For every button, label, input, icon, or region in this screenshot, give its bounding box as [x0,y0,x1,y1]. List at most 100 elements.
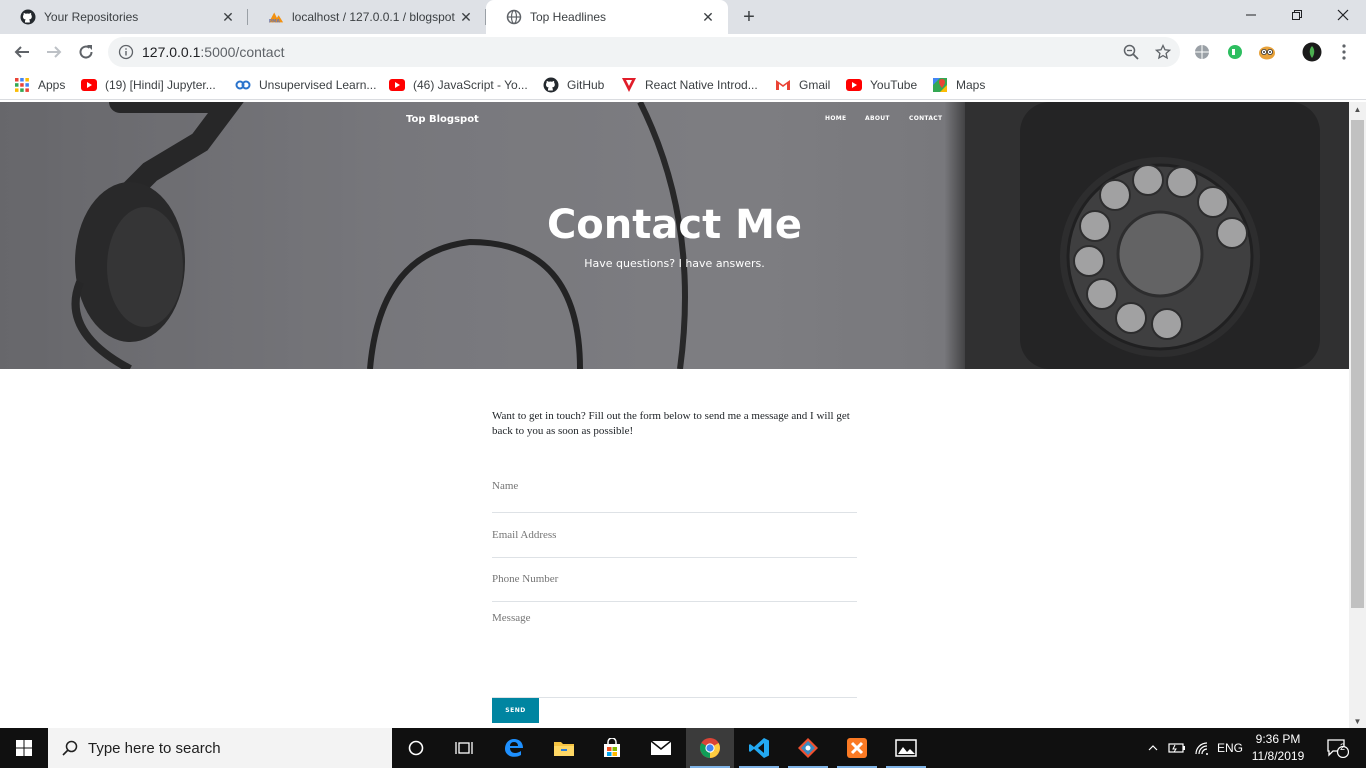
bookmark-label: React Native Introd... [645,78,758,92]
wifi-icon[interactable] [1192,728,1212,768]
mail-icon[interactable] [637,728,685,768]
evernote-extension-icon[interactable] [1225,42,1245,62]
email-field-group [492,513,857,558]
bookmarks-bar: Apps (19) [Hindi] Jupyter... Unsupervise… [0,70,1366,100]
url-text: 127.0.0.1:5000/contact [142,44,284,60]
svg-text:PMA: PMA [269,18,281,24]
scrollbar-thumb[interactable] [1351,120,1364,608]
windows-start-icon[interactable] [0,728,48,768]
menu-kebab-icon[interactable] [1334,42,1354,62]
tab-your-repositories[interactable]: Your Repositories ✕ [0,0,248,34]
intro-text: Want to get in touch? Fill out the form … [492,410,850,437]
clock-date: 11/8/2019 [1251,749,1305,763]
gmail-icon [775,77,791,93]
site-info-icon[interactable] [118,44,134,60]
name-field-group [492,455,857,513]
system-clock[interactable]: 9:36 PM 11/8/2019 [1246,731,1310,765]
youtube-icon [389,77,405,93]
bookmark-label: GitHub [567,78,605,92]
browser-toolbar: 127.0.0.1:5000/contact [0,34,1366,70]
nav-contact[interactable]: CONTACT [909,115,942,122]
bookmark-gmail[interactable]: Gmail [775,76,830,94]
zoom-icon[interactable] [1121,42,1141,62]
show-hidden-icons-chevron-icon[interactable] [1144,728,1162,768]
send-button[interactable]: SEND [492,698,539,723]
bookmark-javascript[interactable]: (46) JavaScript - Yo... [389,76,528,94]
bookmark-label: (46) JavaScript - Yo... [413,78,528,92]
bookmark-label: Apps [38,78,66,92]
bookmark-label: Gmail [799,78,831,92]
bookmark-maps[interactable]: Maps [932,76,985,94]
translate-extension-icon[interactable] [1192,42,1212,62]
new-tab-icon[interactable]: + [737,5,761,29]
message-input[interactable] [492,612,857,682]
tab-top-headlines[interactable]: Top Headlines ✕ [486,0,728,34]
tab-phpmyadmin[interactable]: PMA localhost / 127.0.0.1 / blogspot | ✕ [248,0,486,34]
windows-taskbar: Type here to search ENG 9:36 PM 11/8/201… [0,728,1366,768]
bookmark-github[interactable]: GitHub [543,76,604,94]
github-icon [543,77,559,93]
scroll-down-icon[interactable]: ▼ [1349,714,1366,728]
chrome-icon[interactable] [686,728,734,768]
bookmark-star-icon[interactable] [1153,42,1173,62]
github-icon [20,9,36,25]
action-center-icon[interactable]: 2 [1318,728,1358,768]
bookmark-apps[interactable]: Apps [14,76,65,94]
xampp-icon[interactable] [833,728,881,768]
name-input[interactable] [492,480,857,492]
profile-avatar[interactable] [1302,42,1322,62]
close-tab-icon[interactable]: ✕ [700,9,716,25]
message-field-group [492,602,857,698]
task-view-icon[interactable] [440,728,488,768]
cortana-icon[interactable] [392,728,440,768]
nav-about[interactable]: ABOUT [865,115,890,122]
bookmark-label: YouTube [870,78,918,92]
globe-icon [506,9,522,25]
nav-home[interactable]: HOME [825,115,846,122]
url-path: :5000/contact [200,44,285,60]
email-input[interactable] [492,529,857,541]
restore-icon[interactable] [1274,0,1320,30]
address-bar[interactable]: 127.0.0.1:5000/contact [108,37,1180,67]
vscode-icon[interactable] [735,728,783,768]
phpmyadmin-icon: PMA [268,9,284,25]
close-tab-icon[interactable]: ✕ [458,9,474,25]
file-explorer-icon[interactable] [540,728,588,768]
bookmark-jupyter[interactable]: (19) [Hindi] Jupyter... [81,76,216,94]
bookmark-label: (19) [Hindi] Jupyter... [105,78,216,92]
battery-icon[interactable] [1166,728,1188,768]
scroll-up-icon[interactable]: ▲ [1349,102,1366,116]
phone-input[interactable] [492,573,857,585]
microsoft-store-icon[interactable] [588,728,636,768]
bookmark-youtube[interactable]: YouTube [846,76,917,94]
tab-title: localhost / 127.0.0.1 / blogspot | [292,10,458,24]
reload-icon[interactable] [72,38,100,66]
owl-extension-icon[interactable] [1257,42,1277,62]
browser-tab-strip: Your Repositories ✕ PMA localhost / 127.… [0,0,1366,34]
notification-count: 2 [1340,742,1346,752]
page-scrollbar[interactable]: ▲ ▼ [1349,102,1366,728]
phone-field-group [492,558,857,602]
photos-icon[interactable] [882,728,930,768]
close-tab-icon[interactable]: ✕ [220,9,236,25]
back-icon[interactable] [8,38,36,66]
close-window-icon[interactable] [1320,0,1366,30]
bookmark-unsupervised[interactable]: Unsupervised Learn... [235,76,376,94]
minimize-icon[interactable] [1228,0,1274,30]
youtube-icon [81,77,97,93]
git-kraken-icon[interactable] [784,728,832,768]
bookmark-react-native[interactable]: React Native Introd... [621,76,758,94]
input-language-indicator[interactable]: ENG [1214,728,1246,768]
site-brand-link[interactable]: Top Blogspot [406,114,479,125]
tutorialspoint-icon [621,77,637,93]
page-viewport: Top Blogspot HOME ABOUT CONTACT Contact … [0,102,1349,728]
clock-time: 9:36 PM [1255,732,1301,746]
coursera-icon [235,77,251,93]
taskbar-search-box[interactable]: Type here to search [48,728,392,768]
youtube-icon [846,77,862,93]
page-subtitle: Have questions? I have answers. [584,257,765,270]
tab-title: Top Headlines [530,10,607,24]
edge-icon[interactable] [490,728,538,768]
forward-icon[interactable] [40,38,68,66]
bookmark-label: Unsupervised Learn... [259,78,377,92]
